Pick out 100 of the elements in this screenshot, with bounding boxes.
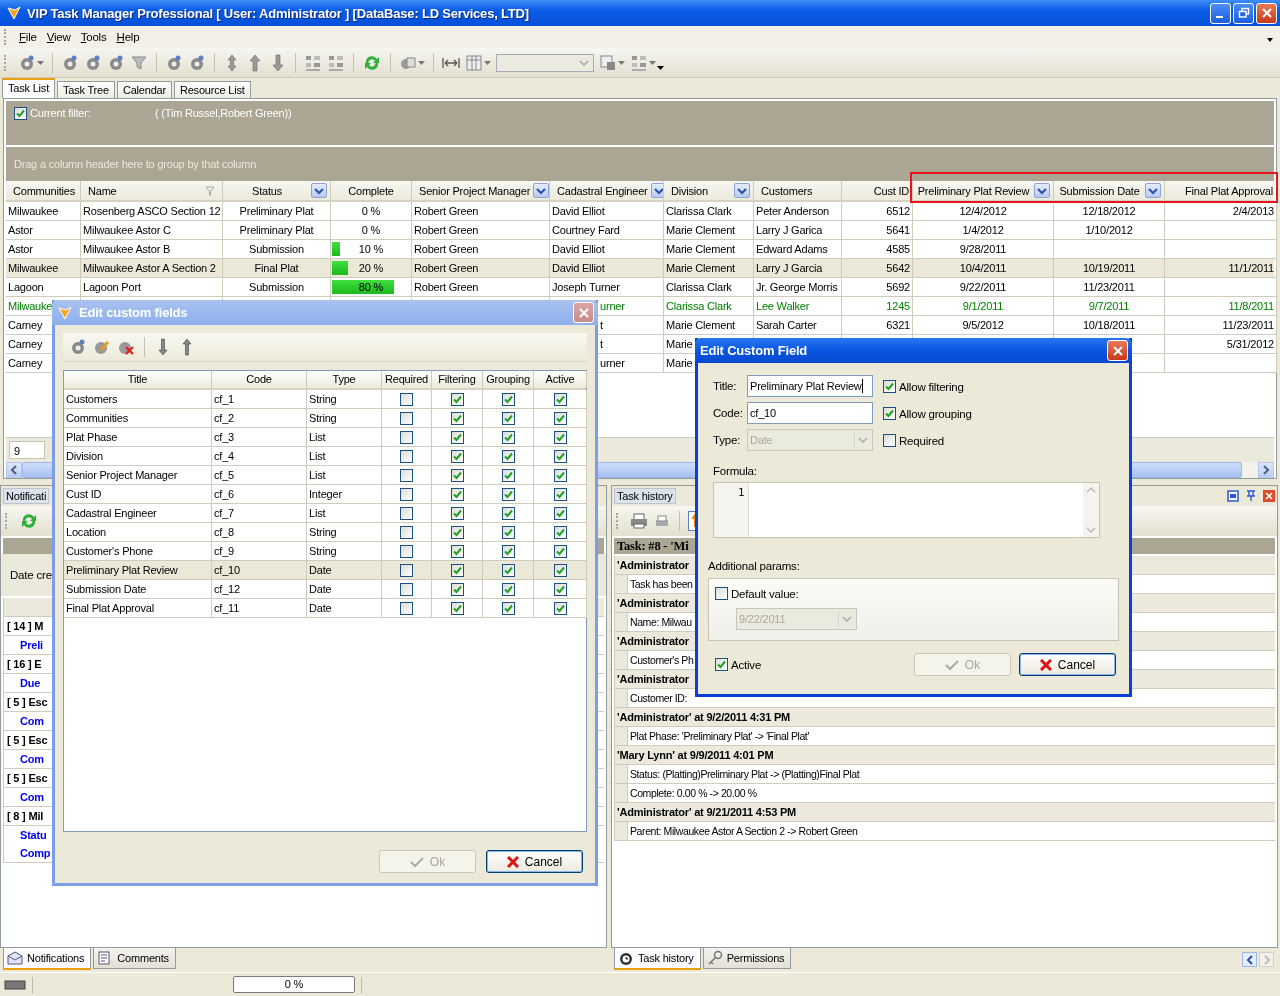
edit-icon[interactable] <box>93 338 111 356</box>
checkbox[interactable] <box>553 430 567 444</box>
checkbox[interactable] <box>400 392 413 406</box>
column-header[interactable]: Required <box>382 371 432 388</box>
tab[interactable]: Task List <box>2 78 55 98</box>
column-header[interactable]: Title <box>64 371 212 388</box>
checkbox[interactable] <box>400 468 413 482</box>
restore-icon[interactable] <box>1227 490 1239 502</box>
table-row[interactable]: Division cf_4 List <box>64 447 586 466</box>
checkbox[interactable] <box>450 411 464 425</box>
up-arrow-icon[interactable] <box>246 53 264 72</box>
column-header[interactable]: Status <box>223 181 331 200</box>
dropdown-button[interactable] <box>734 183 750 198</box>
table-row[interactable]: Preliminary Plat Review cf_10 Date <box>64 561 586 580</box>
cancel-button[interactable]: Cancel <box>486 850 583 873</box>
column-header[interactable]: Cadastral Engineer <box>550 181 664 200</box>
table-row[interactable]: Cust ID cf_6 Integer <box>64 485 586 504</box>
checkbox[interactable] <box>553 392 567 406</box>
checkbox[interactable] <box>553 411 567 425</box>
checkbox[interactable] <box>501 411 515 425</box>
refresh-icon[interactable] <box>19 511 39 531</box>
checkbox[interactable] <box>400 506 413 520</box>
down-arrow-icon[interactable] <box>269 53 287 72</box>
table-row[interactable]: Lagoon Lagoon Port Submission 80 % Robert Green Joseph Turner Clarissa Clark Jr. George Morris 5692 9/22/2011 11/23/2011 <box>6 278 1274 297</box>
column-header[interactable]: Name <box>81 181 223 200</box>
gear-icon[interactable] <box>69 338 87 356</box>
column-header[interactable]: Submission Date <box>1054 181 1165 200</box>
checkbox[interactable] <box>450 544 464 558</box>
chevron-left-icon[interactable] <box>10 465 18 475</box>
gear-icon[interactable] <box>84 53 102 72</box>
close-icon[interactable] <box>1263 490 1275 502</box>
checkbox[interactable] <box>501 468 515 482</box>
checkbox[interactable] <box>400 582 413 596</box>
dropdown-button[interactable] <box>1034 183 1050 198</box>
code-field[interactable]: cf_10 <box>747 402 873 424</box>
column-header[interactable]: Filtering <box>432 371 483 388</box>
column-header[interactable]: Code <box>212 371 307 388</box>
table-row[interactable]: Plat Phase cf_3 List <box>64 428 586 447</box>
table-row[interactable]: Submission Date cf_12 Date <box>64 580 586 599</box>
checkbox[interactable] <box>553 468 567 482</box>
grid-icon[interactable] <box>327 53 345 72</box>
table-row[interactable]: Milwaukee Rosenberg ASCO Section 12 Preliminary Plat 0 % Robert Green David Elliot Clarissa Clark Peter Anderson 6512 12/4/2012 12/18/2012 2/4/2013 <box>6 202 1274 221</box>
menu-item[interactable]: Help <box>112 29 144 45</box>
tab[interactable]: Resource List <box>173 81 251 98</box>
checkbox[interactable] <box>14 107 27 120</box>
menu-item[interactable]: File <box>15 29 41 45</box>
table-row[interactable]: Senior Project Manager cf_5 List <box>64 466 586 485</box>
table-row[interactable]: Astor Milwaukee Astor C Preliminary Plat 0 % Robert Green Courtney Fard Marie Clement Larry J Garica 5641 1/4/2012 1/10/2012 <box>6 221 1274 240</box>
column-header[interactable]: Division <box>664 181 754 200</box>
scroll-left-button[interactable] <box>1242 952 1257 967</box>
column-header[interactable]: Customers <box>754 181 842 200</box>
checkbox[interactable] <box>400 563 413 577</box>
checkbox[interactable] <box>553 582 567 596</box>
close-button[interactable] <box>1256 2 1277 24</box>
checkbox[interactable] <box>553 544 567 558</box>
checkbox[interactable] <box>450 582 464 596</box>
dropdown-button[interactable] <box>650 183 663 198</box>
column-header[interactable]: Complete <box>331 181 412 200</box>
table-row[interactable]: Communities cf_2 String <box>64 409 586 428</box>
checkbox[interactable] <box>553 525 567 539</box>
checkbox[interactable] <box>400 411 413 425</box>
checkbox[interactable] <box>501 449 515 463</box>
checkbox[interactable] <box>553 449 567 463</box>
gear-icon[interactable] <box>107 53 125 72</box>
checkbox[interactable] <box>883 434 896 447</box>
grid-icon[interactable] <box>304 53 322 72</box>
tab[interactable]: Calendar <box>116 81 172 98</box>
caret-icon[interactable] <box>1266 37 1274 43</box>
table-row[interactable]: Cadastral Engineer cf_7 List <box>64 504 586 523</box>
column-header[interactable]: Type <box>307 371 382 388</box>
checkbox[interactable] <box>501 601 515 615</box>
minimize-button[interactable] <box>1210 2 1231 24</box>
funnel-icon[interactable] <box>130 53 148 72</box>
checkbox[interactable] <box>715 587 728 600</box>
dropdown-button[interactable] <box>311 183 327 198</box>
checkbox[interactable] <box>883 380 896 393</box>
menu-item[interactable]: View <box>42 29 75 45</box>
cancel-button[interactable]: Cancel <box>1019 653 1116 676</box>
checkbox[interactable] <box>501 563 515 577</box>
tab[interactable]: Task Tree <box>57 81 115 98</box>
restore-button[interactable] <box>1233 2 1254 24</box>
column-header[interactable]: Senior Project Manager <box>412 181 550 200</box>
checkbox[interactable] <box>450 525 464 539</box>
checkbox[interactable] <box>400 601 413 615</box>
checkbox[interactable] <box>883 407 896 420</box>
checkbox[interactable] <box>450 449 464 463</box>
printer-icon[interactable] <box>630 512 648 530</box>
column-header[interactable]: Grouping <box>483 371 534 388</box>
checkbox[interactable] <box>450 601 464 615</box>
checkbox[interactable] <box>400 487 413 501</box>
table-row[interactable]: Customers cf_1 String <box>64 390 586 409</box>
column-header[interactable]: Cust ID <box>842 181 913 200</box>
chevron-right-icon[interactable] <box>1262 465 1270 475</box>
checkbox[interactable] <box>715 658 728 671</box>
checkbox[interactable] <box>400 525 413 539</box>
checkbox[interactable] <box>501 430 515 444</box>
checkbox[interactable] <box>450 430 464 444</box>
checkbox[interactable] <box>501 525 515 539</box>
gear-icon[interactable] <box>165 53 183 72</box>
column-header[interactable]: Active <box>534 371 587 388</box>
